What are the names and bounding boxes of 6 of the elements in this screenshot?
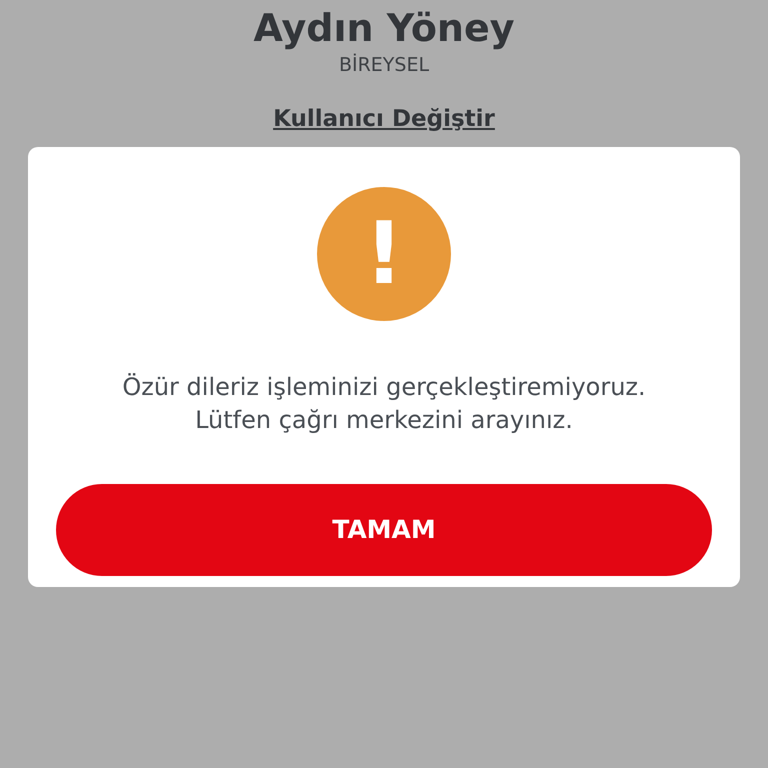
user-name: Aydın Yöney: [253, 5, 515, 52]
account-type: BİREYSEL: [338, 52, 430, 78]
switch-user-link[interactable]: Kullanıcı Değiştir: [273, 104, 495, 134]
ok-button[interactable]: TAMAM: [56, 484, 712, 576]
warning-icon: !: [317, 187, 451, 321]
error-message: Özür dileriz işleminizi gerçekleştiremiyoruz. Lütfen çağrı merkezini arayınız.: [122, 372, 646, 436]
